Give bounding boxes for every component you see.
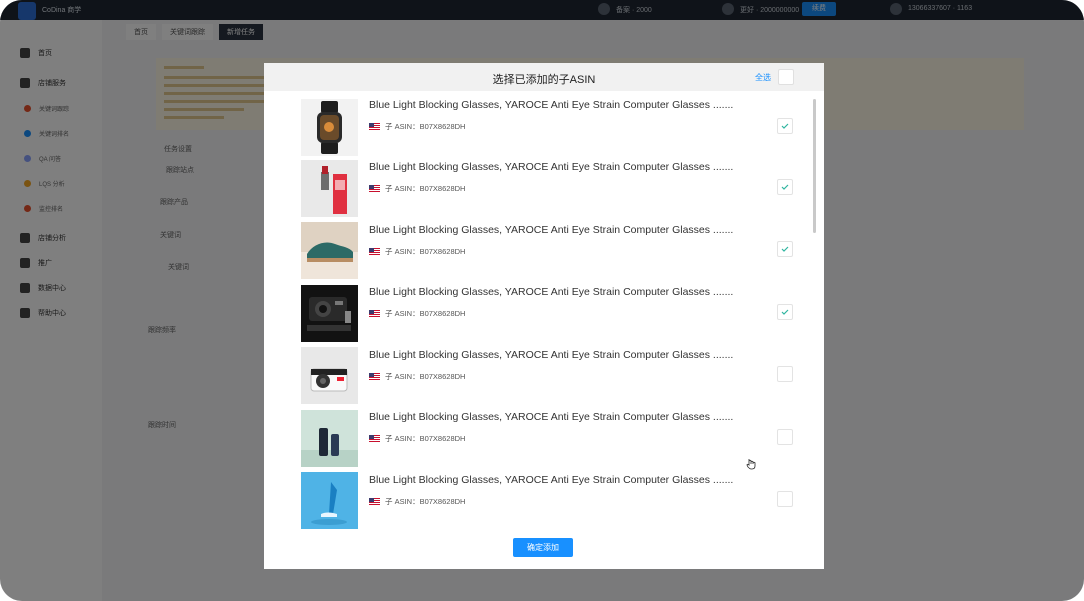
product-checkbox[interactable] [777, 491, 793, 507]
hand-cursor-icon [746, 459, 756, 470]
modal-header: 选择已添加的子ASIN 全选 [264, 63, 824, 91]
select-asin-modal: 选择已添加的子ASIN 全选 Blue Light Blocking Glass… [264, 63, 824, 569]
app-window: CoDina 商学 备案 · 2000 更好 · 2000000000 续费 1… [0, 0, 1084, 601]
product-asin: 子 ASIN：B07X8628DH [369, 433, 465, 444]
product-asin: 子 ASIN：B07X8628DH [369, 371, 465, 382]
product-title: Blue Light Blocking Glasses, YAROCE Anti… [369, 161, 734, 173]
us-flag-icon [369, 310, 380, 317]
us-flag-icon [369, 498, 380, 505]
us-flag-icon [369, 248, 380, 255]
product-checkbox[interactable] [777, 304, 793, 320]
product-checkbox[interactable] [777, 366, 793, 382]
product-asin: 子 ASIN：B07X8628DH [369, 496, 465, 507]
product-thumbnail [301, 222, 358, 279]
us-flag-icon [369, 123, 380, 130]
product-checkbox[interactable] [777, 118, 793, 134]
product-checkbox[interactable] [777, 429, 793, 445]
asin-text: 子 ASIN：B07X8628DH [385, 372, 466, 381]
product-asin: 子 ASIN：B07X8628DH [369, 246, 465, 257]
product-thumbnail [301, 347, 358, 404]
asin-text: 子 ASIN：B07X8628DH [385, 122, 466, 131]
product-checkbox[interactable] [777, 241, 793, 257]
product-title: Blue Light Blocking Glasses, YAROCE Anti… [369, 224, 734, 236]
asin-text: 子 ASIN：B07X8628DH [385, 184, 466, 193]
product-title: Blue Light Blocking Glasses, YAROCE Anti… [369, 411, 734, 423]
scrollbar[interactable] [813, 99, 816, 233]
product-thumbnail [301, 285, 358, 342]
us-flag-icon [369, 373, 380, 380]
product-asin: 子 ASIN：B07X8628DH [369, 308, 465, 319]
product-thumbnail [301, 410, 358, 467]
product-asin: 子 ASIN：B07X8628DH [369, 121, 465, 132]
product-thumbnail [301, 472, 358, 529]
select-all-checkbox[interactable] [778, 69, 794, 85]
product-row[interactable]: Blue Light Blocking Glasses, YAROCE Anti… [301, 410, 801, 468]
product-title: Blue Light Blocking Glasses, YAROCE Anti… [369, 99, 734, 111]
modal-title: 选择已添加的子ASIN [492, 74, 596, 86]
asin-text: 子 ASIN：B07X8628DH [385, 309, 466, 318]
asin-text: 子 ASIN：B07X8628DH [385, 497, 466, 506]
product-row[interactable]: Blue Light Blocking Glasses, YAROCE Anti… [301, 347, 801, 405]
product-checkbox[interactable] [777, 179, 793, 195]
product-row[interactable]: Blue Light Blocking Glasses, YAROCE Anti… [301, 160, 801, 218]
product-title: Blue Light Blocking Glasses, YAROCE Anti… [369, 349, 734, 361]
product-row[interactable]: Blue Light Blocking Glasses, YAROCE Anti… [301, 222, 801, 280]
product-row[interactable]: Blue Light Blocking Glasses, YAROCE Anti… [301, 472, 801, 530]
select-all-link[interactable]: 全选 [755, 72, 771, 83]
product-thumbnail [301, 160, 358, 217]
product-asin: 子 ASIN：B07X8628DH [369, 183, 465, 194]
asin-text: 子 ASIN：B07X8628DH [385, 247, 466, 256]
product-thumbnail [301, 99, 358, 156]
product-row[interactable]: Blue Light Blocking Glasses, YAROCE Anti… [301, 99, 801, 157]
us-flag-icon [369, 185, 380, 192]
product-title: Blue Light Blocking Glasses, YAROCE Anti… [369, 474, 734, 486]
asin-text: 子 ASIN：B07X8628DH [385, 434, 466, 443]
product-row[interactable]: Blue Light Blocking Glasses, YAROCE Anti… [301, 285, 801, 343]
product-title: Blue Light Blocking Glasses, YAROCE Anti… [369, 286, 734, 298]
us-flag-icon [369, 435, 380, 442]
confirm-add-button[interactable]: 确定添加 [513, 538, 573, 557]
